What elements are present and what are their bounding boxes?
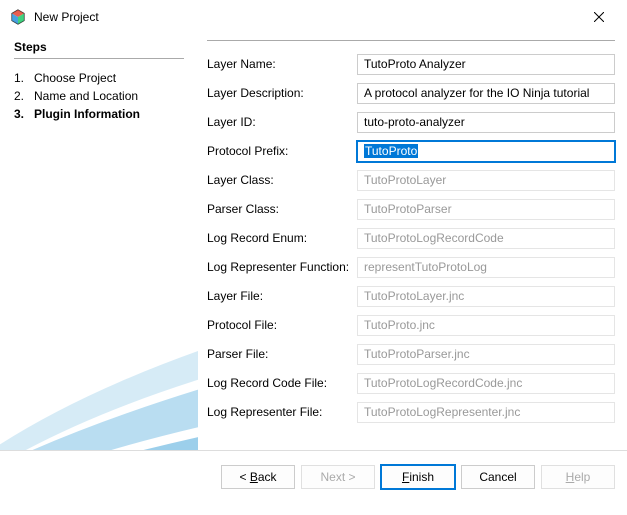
help-button: Help [541, 465, 615, 489]
step-item: 1. Choose Project [14, 69, 184, 87]
layer-id-label: Layer ID: [207, 115, 357, 129]
next-button: Next > [301, 465, 375, 489]
log-representer-fn-input [357, 257, 615, 278]
steps-heading: Steps [14, 40, 184, 54]
parser-class-input [357, 199, 615, 220]
window-title: New Project [34, 10, 581, 24]
decorative-swoosh-icon [0, 280, 198, 450]
step-label: Plugin Information [34, 107, 140, 121]
titlebar: New Project [0, 0, 627, 30]
steps-sidebar: Steps 1. Choose Project 2. Name and Loca… [0, 30, 198, 450]
sidebar-divider [14, 58, 184, 59]
step-item-current: 3. Plugin Information [14, 105, 184, 123]
step-number: 1. [14, 71, 34, 85]
app-logo-icon [10, 9, 26, 25]
step-number: 3. [14, 107, 34, 121]
cancel-button[interactable]: Cancel [461, 465, 535, 489]
layer-class-label: Layer Class: [207, 173, 357, 187]
step-number: 2. [14, 89, 34, 103]
log-representer-file-label: Log Representer File: [207, 405, 357, 419]
layer-class-input [357, 170, 615, 191]
parser-file-input [357, 344, 615, 365]
form-panel: Layer Name: Layer Description: Layer ID:… [198, 30, 627, 450]
log-representer-file-input [357, 402, 615, 423]
protocol-prefix-input[interactable]: TutoProto [357, 141, 615, 162]
protocol-prefix-label: Protocol Prefix: [207, 144, 357, 158]
protocol-prefix-selected-text: TutoProto [364, 144, 418, 158]
finish-button[interactable]: Finish [381, 465, 455, 489]
close-button[interactable] [581, 3, 617, 31]
parser-file-label: Parser File: [207, 347, 357, 361]
layer-description-input[interactable] [357, 83, 615, 104]
layer-description-label: Layer Description: [207, 86, 357, 100]
close-icon [594, 12, 604, 22]
layer-name-input[interactable] [357, 54, 615, 75]
wizard-footer: < Back Next > Finish Cancel Help [0, 450, 627, 503]
step-label: Choose Project [34, 71, 116, 85]
layer-file-input [357, 286, 615, 307]
log-record-code-file-label: Log Record Code File: [207, 376, 357, 390]
main-divider [207, 40, 615, 41]
layer-file-label: Layer File: [207, 289, 357, 303]
step-item: 2. Name and Location [14, 87, 184, 105]
step-label: Name and Location [34, 89, 138, 103]
protocol-file-input [357, 315, 615, 336]
protocol-file-label: Protocol File: [207, 318, 357, 332]
parser-class-label: Parser Class: [207, 202, 357, 216]
layer-name-label: Layer Name: [207, 57, 357, 71]
layer-id-input[interactable] [357, 112, 615, 133]
log-record-code-file-input [357, 373, 615, 394]
log-record-enum-input [357, 228, 615, 249]
back-button[interactable]: < Back [221, 465, 295, 489]
log-record-enum-label: Log Record Enum: [207, 231, 357, 245]
log-representer-fn-label: Log Representer Function: [207, 260, 357, 274]
